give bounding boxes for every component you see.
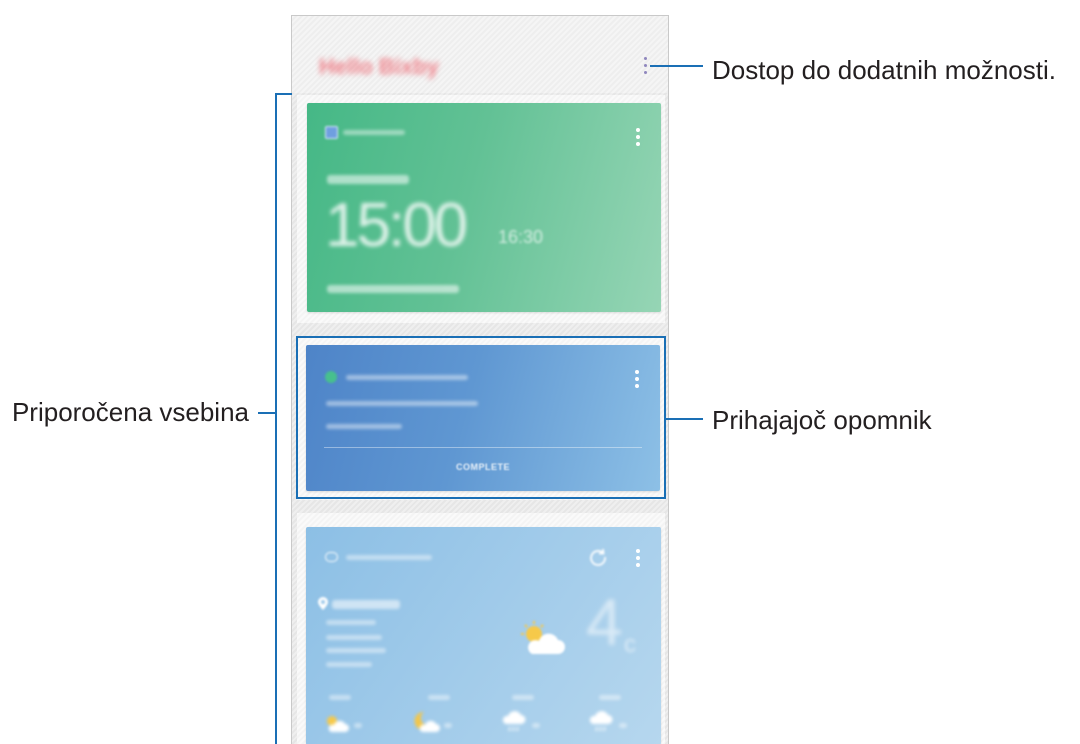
card-menu-icon[interactable] bbox=[634, 548, 642, 568]
blurred-text bbox=[512, 695, 534, 700]
reminder-highlight-frame bbox=[296, 336, 666, 499]
blurred-text bbox=[329, 695, 351, 700]
blurred-text bbox=[346, 555, 432, 560]
card-menu-icon[interactable] bbox=[634, 127, 642, 147]
partly-sunny-icon bbox=[327, 716, 349, 732]
refresh-icon[interactable] bbox=[589, 548, 607, 566]
callout-line-more-options bbox=[650, 65, 703, 67]
blurred-text bbox=[532, 723, 540, 728]
callout-line-upcoming-reminder bbox=[666, 418, 703, 420]
partly-sunny-icon bbox=[521, 621, 565, 654]
more-options-icon[interactable] bbox=[642, 56, 650, 76]
event-end-time: 16:30 bbox=[498, 227, 544, 247]
calendar-icon bbox=[325, 126, 338, 139]
blurred-text bbox=[327, 175, 409, 184]
schedule-card[interactable]: 15:00 16:30 bbox=[307, 103, 661, 312]
bracket-top-tick bbox=[275, 93, 292, 95]
callout-line-recommended-content bbox=[258, 412, 276, 414]
recommended-content-bracket bbox=[275, 93, 277, 744]
blurred-text bbox=[428, 695, 450, 700]
app-header: Hello Bixby bbox=[292, 16, 668, 93]
blurred-text bbox=[326, 648, 386, 653]
blurred-text bbox=[354, 723, 362, 728]
rain-icon bbox=[502, 711, 526, 732]
blurred-text bbox=[327, 285, 459, 293]
location-pin-icon bbox=[318, 597, 328, 610]
blurred-text bbox=[326, 662, 372, 667]
blurred-text bbox=[599, 695, 621, 700]
blurred-text bbox=[332, 600, 400, 609]
blurred-text bbox=[343, 130, 405, 135]
temperature-unit: c bbox=[624, 631, 636, 658]
callout-recommended-content: Priporočena vsebina bbox=[11, 397, 249, 427]
rain-icon bbox=[589, 711, 613, 732]
blurred-text bbox=[619, 723, 627, 728]
callout-upcoming-reminder: Prihajajoč opomnik bbox=[712, 405, 932, 435]
event-start-time: 15:00 bbox=[325, 191, 468, 260]
blurred-text bbox=[444, 723, 452, 728]
blurred-text bbox=[326, 635, 382, 640]
weather-card[interactable]: 4 c bbox=[306, 527, 661, 744]
header-title: Hello Bixby bbox=[319, 54, 439, 79]
night-cloudy-icon bbox=[414, 711, 440, 732]
blurred-text bbox=[326, 620, 376, 625]
current-temperature: 4 bbox=[586, 585, 623, 659]
callout-more-options: Dostop do dodatnih možnosti. bbox=[712, 55, 1056, 85]
weather-icon bbox=[325, 552, 338, 562]
